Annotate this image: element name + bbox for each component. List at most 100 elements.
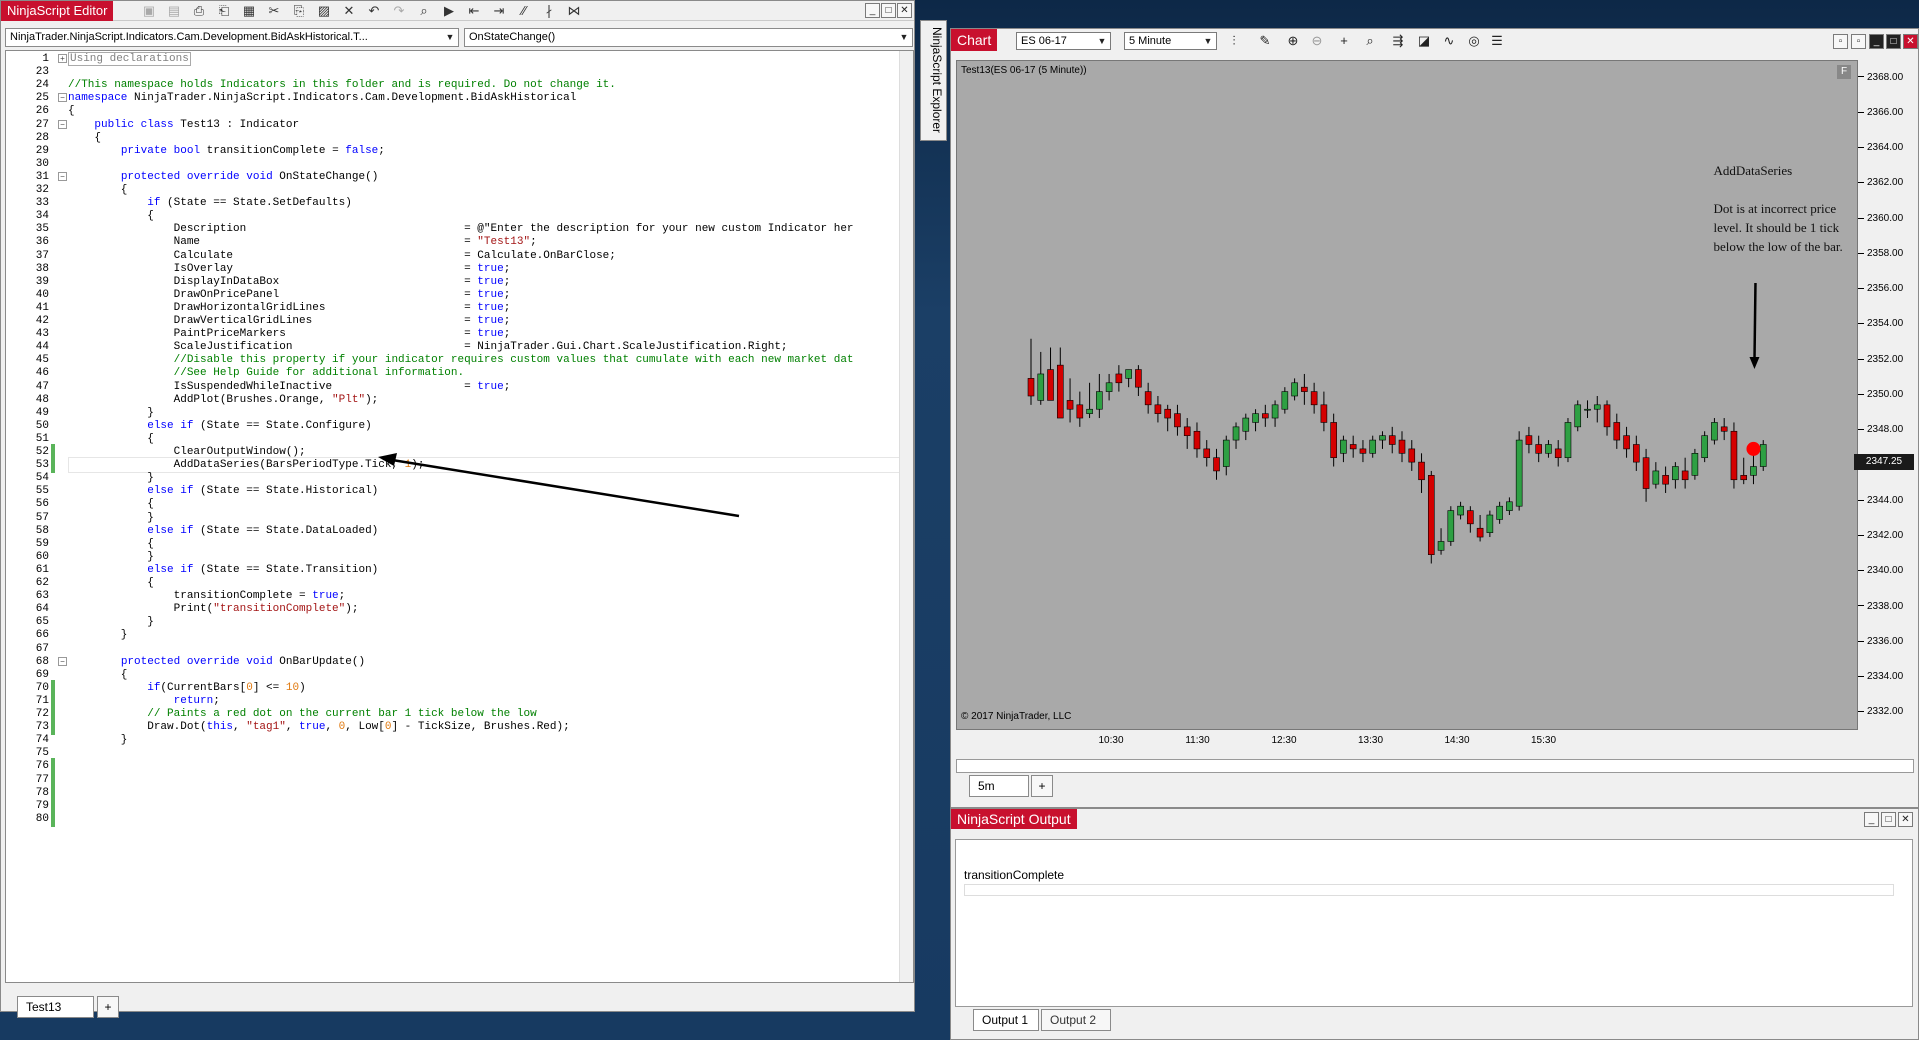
outdent-icon[interactable]: ⇤ xyxy=(466,3,482,19)
candle xyxy=(1457,501,1464,520)
maximize-button[interactable]: □ xyxy=(881,3,896,18)
price-tick-label: 2356.00 xyxy=(1858,283,1914,294)
compile-icon[interactable]: ▦ xyxy=(241,3,257,19)
tab-output-1[interactable]: Output 1 xyxy=(973,1009,1039,1031)
tab-5m[interactable]: 5m xyxy=(969,775,1029,797)
comment-icon[interactable]: ∕∕ xyxy=(516,3,532,19)
time-axis[interactable]: 10:30 11:30 12:30 13:30 14:30 15:30 xyxy=(956,730,1858,750)
annotation-spacer xyxy=(1713,180,1853,199)
chart-plot-area[interactable]: Test13(ES 06-17 (5 Minute)) © 2017 Ninja… xyxy=(956,60,1858,730)
method-dropdown[interactable]: OnStateChange() ▼ xyxy=(464,28,913,47)
copy-icon[interactable]: ⎘ xyxy=(291,3,307,19)
close-button[interactable]: ✕ xyxy=(897,3,912,18)
candle-body xyxy=(1213,457,1220,472)
indicators-icon[interactable]: ∿ xyxy=(1440,32,1458,49)
redo-icon[interactable]: ↷ xyxy=(391,3,407,19)
bar-type-icon[interactable]: ⫶ xyxy=(1225,32,1243,49)
candle xyxy=(1271,400,1279,427)
ninjascript-explorer-tab[interactable]: NinjaScript Explorer xyxy=(920,20,947,141)
maximize-button[interactable]: □ xyxy=(1886,34,1901,49)
minimize-button[interactable]: _ xyxy=(1864,812,1879,827)
search-icon[interactable] xyxy=(1111,32,1129,49)
templates-icon[interactable]: ◪ xyxy=(1415,32,1433,49)
properties-icon[interactable]: ☰ xyxy=(1488,32,1506,49)
candle-body xyxy=(1369,439,1377,454)
ninjascript-editor-window: NinjaScript Editor ▣ ▤ ⎙ ⎗ ▦ ✂ ⎘ ▨ ✕ ↶ ↷… xyxy=(0,0,915,1018)
code-editor[interactable]: 1 +23 24 25−26 27−28 29 30 31−32 33 34 35 36 37 38 39 4… xyxy=(5,50,914,983)
paste-icon[interactable]: ▨ xyxy=(316,3,332,19)
candle-body xyxy=(1310,391,1318,406)
candle xyxy=(1310,382,1318,414)
candle-body xyxy=(1437,541,1445,551)
uncomment-icon[interactable]: ∤ xyxy=(541,3,557,19)
drawing-tool-icon[interactable]: ✎ xyxy=(1256,32,1274,49)
save-all-icon[interactable]: ▤ xyxy=(166,3,182,19)
chart-tile-button[interactable]: ▫ xyxy=(1851,34,1866,49)
tab-test13[interactable]: Test13 xyxy=(17,996,94,1018)
candle xyxy=(1174,404,1181,436)
candle xyxy=(1096,373,1103,419)
annotation-arrow-line xyxy=(385,457,740,518)
candle xyxy=(1701,431,1708,463)
find-icon[interactable]: ⌕ xyxy=(416,3,432,19)
zoom-in-icon[interactable]: ⊕ xyxy=(1284,32,1302,49)
interval-selector[interactable]: 5 Minute ▼ xyxy=(1124,32,1217,50)
price-tick-label: 2334.00 xyxy=(1858,671,1914,682)
indent-icon[interactable]: ⇥ xyxy=(491,3,507,19)
maximize-button[interactable]: □ xyxy=(1881,812,1896,827)
file-class-dropdown[interactable]: NinjaTrader.NinjaScript.Indicators.Cam.D… xyxy=(5,28,459,47)
strategies-icon[interactable]: ◎ xyxy=(1465,32,1483,49)
crosshair-icon[interactable]: + xyxy=(1335,32,1353,49)
price-tick-label: 2358.00 xyxy=(1858,248,1914,259)
undo-icon[interactable]: ↶ xyxy=(366,3,382,19)
minimize-button[interactable]: _ xyxy=(865,3,880,18)
candle xyxy=(1027,338,1035,405)
annotation-arrow-head xyxy=(378,453,397,466)
candle-body xyxy=(1359,448,1367,454)
close-button[interactable]: ✕ xyxy=(1898,812,1913,827)
chart-restore-button[interactable]: ▫ xyxy=(1833,34,1848,49)
tab-output-2[interactable]: Output 2 xyxy=(1041,1009,1111,1031)
instrument-selector[interactable]: ES 06-17 ▼ xyxy=(1016,32,1111,50)
zoom-out-icon[interactable]: ⊖ xyxy=(1308,32,1326,49)
candle xyxy=(1086,382,1093,419)
price-tick-label: 2368.00 xyxy=(1858,72,1914,83)
data-box-icon[interactable]: ⌕ xyxy=(1361,32,1379,49)
candle-body xyxy=(1740,475,1748,481)
candle xyxy=(1232,422,1240,449)
candle xyxy=(1379,431,1386,449)
candle-body xyxy=(1144,391,1152,406)
candle-body xyxy=(1320,404,1328,423)
candle xyxy=(1291,378,1298,401)
chart-scrollbar[interactable] xyxy=(956,759,1914,773)
cut-icon[interactable]: ✂ xyxy=(266,3,282,19)
candle xyxy=(1437,528,1445,555)
visual-studio-icon[interactable]: ⋈ xyxy=(566,3,582,19)
candle xyxy=(1222,435,1230,476)
delete-icon[interactable]: ✕ xyxy=(341,3,357,19)
add-tab-button[interactable]: + xyxy=(1031,775,1053,797)
time-tick-label: 12:30 xyxy=(1271,735,1297,746)
print-preview-icon[interactable]: ⎗ xyxy=(216,3,232,19)
minimize-button[interactable]: _ xyxy=(1869,34,1884,49)
horizontal-scrollbar[interactable] xyxy=(5,983,897,995)
candle-body xyxy=(1730,430,1738,481)
candle-body xyxy=(1340,439,1347,454)
close-button[interactable]: ✕ xyxy=(1903,34,1918,49)
candle-body xyxy=(1672,466,1679,481)
candle xyxy=(1535,435,1542,463)
save-icon[interactable]: ▣ xyxy=(141,3,157,19)
editor-title: NinjaScript Editor xyxy=(1,1,114,21)
candle-body xyxy=(1388,435,1396,445)
add-tab-button[interactable]: + xyxy=(97,996,119,1018)
run-icon[interactable]: ▶ xyxy=(441,3,457,19)
candle xyxy=(1369,435,1377,458)
candle xyxy=(1545,440,1552,458)
price-axis[interactable]: 2368.00 2366.00 2364.00 2362.00 2360.00 2358.… xyxy=(1858,60,1914,730)
print-icon[interactable]: ⎙ xyxy=(191,3,207,19)
output-title: NinjaScript Output xyxy=(951,809,1077,829)
output-text-area[interactable]: transitionComplete xyxy=(955,839,1913,1007)
price-tick-label: 2332.00 xyxy=(1858,706,1914,717)
f-button[interactable]: F xyxy=(1837,65,1851,79)
chart-trader-icon[interactable]: ⇶ xyxy=(1389,32,1407,49)
